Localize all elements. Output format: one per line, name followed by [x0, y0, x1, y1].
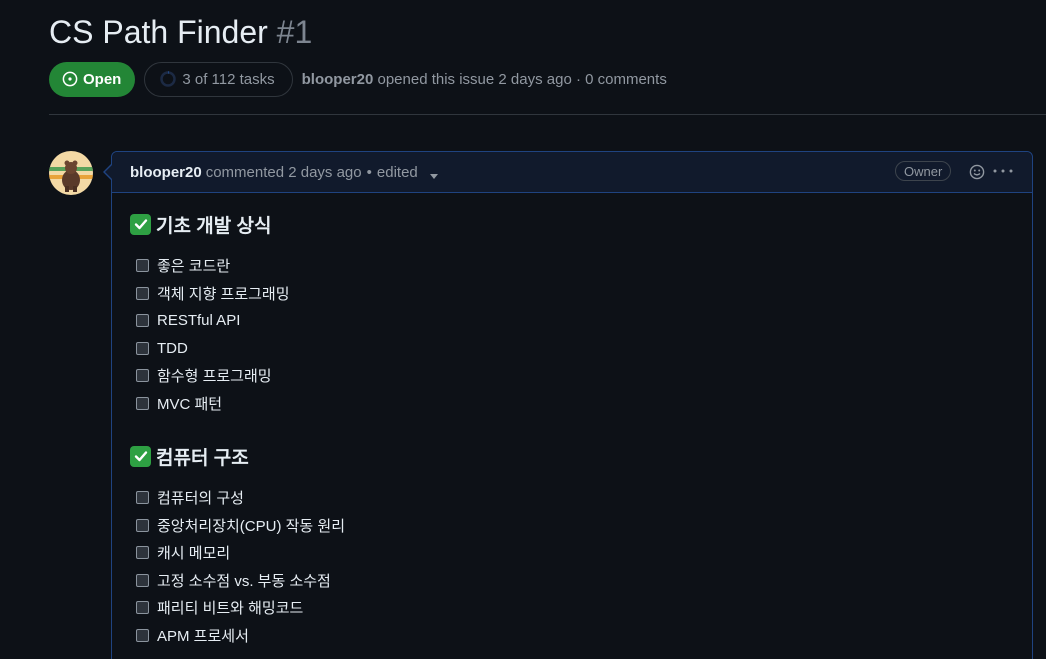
- task-item: 고정 소수점 vs. 부동 소수점: [130, 567, 1014, 595]
- task-checkbox[interactable]: [136, 628, 149, 642]
- avatar[interactable]: [49, 151, 93, 195]
- comment-author[interactable]: blooper20: [130, 164, 202, 181]
- edited-dropdown[interactable]: edited: [377, 164, 438, 181]
- task-item: RESTful API: [130, 307, 1014, 335]
- task-item: 패리티 비트와 해밍코드: [130, 594, 1014, 622]
- task-label: 객체 지향 프로그래밍: [157, 285, 290, 303]
- task-checkbox[interactable]: [136, 369, 149, 383]
- task-item: APM 프로세서: [130, 622, 1014, 650]
- state-badge: Open: [49, 61, 136, 97]
- task-label: TDD: [157, 339, 188, 357]
- issue-meta: Open 3 of 112 tasks blooper20 opened thi…: [49, 61, 667, 97]
- task-checkbox[interactable]: [136, 396, 149, 410]
- opened-info: blooper20 opened this issue 2 days ago ·…: [302, 71, 667, 88]
- opened-text: opened this issue 2 days ago · 0 comment…: [377, 70, 667, 88]
- issue-page: CS Path Finder #1 Open 3 of 112 tasks bl…: [0, 0, 1046, 659]
- issue-author-link[interactable]: blooper20: [302, 71, 374, 88]
- tasks-label: 3 of 112 tasks: [182, 70, 275, 88]
- task-item: 객체 지향 프로그래밍: [130, 280, 1014, 308]
- section-title: 기초 개발 상식: [156, 215, 272, 237]
- progress-circle-icon: [160, 71, 177, 87]
- task-checkbox[interactable]: [136, 518, 149, 532]
- task-item: TDD: [130, 335, 1014, 363]
- task-item: 캐시 메모리: [130, 539, 1014, 567]
- task-label: 중앙처리장치(CPU) 작동 원리: [157, 517, 345, 535]
- comment-body: 기초 개발 상식 좋은 코드란 객체 지향 프로그래밍 RESTful API …: [112, 210, 1032, 649]
- issue-opened-icon: [62, 71, 78, 87]
- task-checkbox[interactable]: [136, 601, 149, 615]
- comment-separator: •: [366, 163, 372, 181]
- task-list: 컴퓨터의 구성 중앙처리장치(CPU) 작동 원리 캐시 메모리 고정 소수점 …: [130, 484, 1014, 649]
- task-checkbox[interactable]: [136, 491, 149, 505]
- comment-header: blooper20 commented 2 days ago • edited …: [112, 152, 1032, 193]
- section-heading: 기초 개발 상식: [130, 210, 1014, 238]
- task-checkbox[interactable]: [136, 341, 149, 355]
- kebab-horizontal-icon[interactable]: [992, 162, 1014, 180]
- task-checkbox[interactable]: [136, 573, 149, 587]
- task-checkbox[interactable]: [136, 286, 149, 300]
- task-label: 컴퓨터의 구성: [157, 490, 244, 508]
- section-title: 컴퓨터 구조: [156, 447, 249, 469]
- owner-badge: Owner: [895, 161, 952, 181]
- comment-timestamp[interactable]: commented 2 days ago: [206, 164, 362, 181]
- issue-number: #1: [276, 14, 313, 50]
- task-label: 좋은 코드란: [157, 258, 231, 276]
- task-item: 중앙처리장치(CPU) 작동 원리: [130, 512, 1014, 540]
- task-item: 함수형 프로그래밍: [130, 362, 1014, 390]
- task-label: 고정 소수점 vs. 부동 소수점: [157, 572, 331, 590]
- task-item: MVC 패턴: [130, 390, 1014, 418]
- state-label: Open: [83, 70, 122, 88]
- tasks-progress[interactable]: 3 of 112 tasks: [144, 61, 293, 97]
- task-item: 좋은 코드란: [130, 252, 1014, 280]
- task-item: 컴퓨터의 구성: [130, 484, 1014, 512]
- task-label: APM 프로세서: [157, 627, 249, 645]
- task-checkbox[interactable]: [136, 259, 149, 273]
- smiley-icon[interactable]: [969, 164, 985, 180]
- task-checkbox[interactable]: [136, 314, 149, 328]
- chevron-down-icon: [429, 173, 438, 179]
- task-list: 좋은 코드란 객체 지향 프로그래밍 RESTful API TDD 함수형 프…: [130, 252, 1014, 417]
- edited-label: edited: [376, 163, 418, 181]
- task-label: MVC 패턴: [157, 395, 223, 413]
- white-check-mark-icon: [130, 445, 151, 467]
- task-checkbox[interactable]: [136, 546, 149, 560]
- issue-title-row: CS Path Finder #1: [49, 12, 312, 52]
- section-heading: 컴퓨터 구조: [130, 442, 1014, 470]
- issue-title: CS Path Finder: [49, 14, 268, 50]
- task-label: RESTful API: [157, 312, 241, 330]
- header-divider: [49, 114, 1046, 115]
- task-label: 캐시 메모리: [157, 545, 231, 563]
- task-label: 함수형 프로그래밍: [157, 368, 272, 386]
- comment-box: blooper20 commented 2 days ago • edited …: [103, 151, 1033, 659]
- avatar-image: [49, 151, 93, 195]
- task-label: 패리티 비트와 해밍코드: [157, 600, 304, 618]
- white-check-mark-icon: [130, 213, 151, 235]
